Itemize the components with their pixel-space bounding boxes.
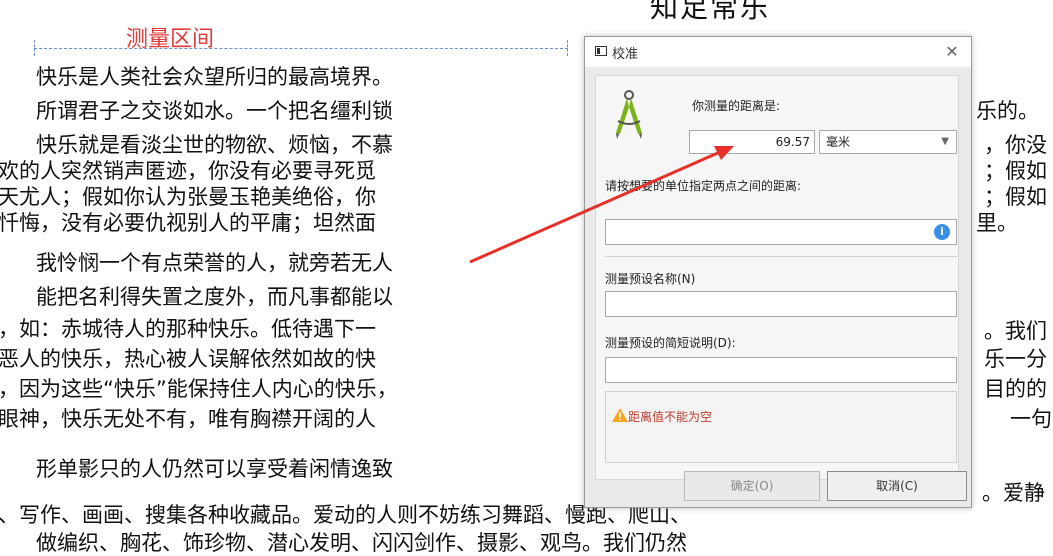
doc-line-fragment: 。我们 — [984, 319, 1047, 343]
document-title: 知足常乐 — [650, 0, 771, 24]
ok-button[interactable]: 确定(O) — [684, 471, 820, 501]
doc-line-fragment: ，你没 — [984, 133, 1047, 157]
doc-line: ，如：赤城待人的那种快乐。低待遇下一 — [0, 317, 376, 341]
unit-select-value: 毫米 — [826, 135, 851, 149]
warning-box: 距离值不能为空 — [605, 391, 957, 463]
doc-line: 天尤人；假如你认为张曼玉艳美绝俗，你 — [0, 185, 376, 209]
doc-line-fragment: 目的的 — [984, 377, 1047, 401]
preset-name-input[interactable] — [605, 291, 957, 317]
target-distance-input[interactable]: i — [605, 219, 957, 245]
doc-line: 忏悔，没有必要仇视别人的平庸；坦然面 — [0, 211, 376, 235]
doc-line: 快乐就是看淡尘世的物欲、烦恼，不慕 — [36, 133, 393, 157]
doc-line: ，因为这些“快乐”能保持住人内心的快乐， — [0, 377, 398, 401]
calibrate-dialog: 校准 ✕ 你测量的距离是: 69.57 毫米 ▼ 请按想要的单位指定两点之间的距… — [584, 36, 972, 508]
doc-line: 恶人的快乐，热心被人误解依然如故的快 — [0, 347, 376, 371]
doc-line: 我怜悯一个有点荣誉的人，就旁若无人 — [36, 251, 393, 275]
compass-icon — [616, 90, 642, 139]
doc-line-fragment: 。爱静 — [982, 481, 1045, 505]
preset-desc-label: 测量预设的简短说明(D): — [605, 336, 736, 350]
window-icon — [595, 46, 607, 56]
close-button[interactable]: ✕ — [941, 41, 963, 63]
warning-icon — [612, 408, 628, 422]
divider — [605, 256, 957, 257]
dialog-title: 校准 — [612, 47, 639, 62]
warning-text: 距离值不能为空 — [628, 410, 713, 424]
doc-line: 快乐是人类社会众望所归的最高境界。 — [36, 65, 393, 89]
doc-line-fragment: 里。 — [976, 211, 1018, 235]
doc-line-fragment: ；假如 — [984, 159, 1047, 183]
unit-select[interactable]: 毫米 ▼ — [819, 130, 957, 154]
doc-line-fragment: ；假如 — [984, 185, 1047, 209]
doc-line-fragment: 乐一分 — [984, 347, 1047, 371]
doc-line: 能把名利得失置之度外，而凡事都能以 — [36, 285, 393, 309]
doc-line: 眼神，快乐无处不有，唯有胸襟开阔的人 — [0, 407, 376, 431]
chevron-down-icon: ▼ — [941, 136, 949, 147]
doc-line: 形单影只的人仍然可以享受着闲情逸致 — [36, 457, 393, 481]
dialog-titlebar[interactable]: 校准 ✕ — [585, 37, 971, 67]
preset-desc-input[interactable] — [605, 357, 957, 383]
measure-end-tick — [567, 40, 568, 56]
distance-label: 你测量的距离是: — [692, 99, 781, 113]
doc-line-fragment: 一句 — [1010, 407, 1052, 431]
distance-value-field[interactable]: 69.57 — [689, 130, 815, 154]
doc-line: 做编织、胸花、饰珍物、潜心发明、闪闪剑作、摄影、观鸟。我们仍然 — [36, 531, 687, 555]
preset-name-label: 测量预设名称(N) — [605, 272, 696, 286]
doc-line: 欢的人突然销声匿迹，你没有必要寻死觅 — [0, 159, 376, 183]
doc-line-fragment: 乐的。 — [976, 99, 1039, 123]
measure-start-tick — [34, 40, 35, 56]
cancel-button[interactable]: 取消(C) — [827, 471, 967, 501]
instruction-label: 请按想要的单位指定两点之间的距离: — [605, 179, 802, 193]
info-icon: i — [934, 224, 950, 240]
measure-range-line — [34, 48, 568, 49]
doc-line: 所谓君子之交谈如水。一个把名缰利锁 — [36, 99, 393, 123]
